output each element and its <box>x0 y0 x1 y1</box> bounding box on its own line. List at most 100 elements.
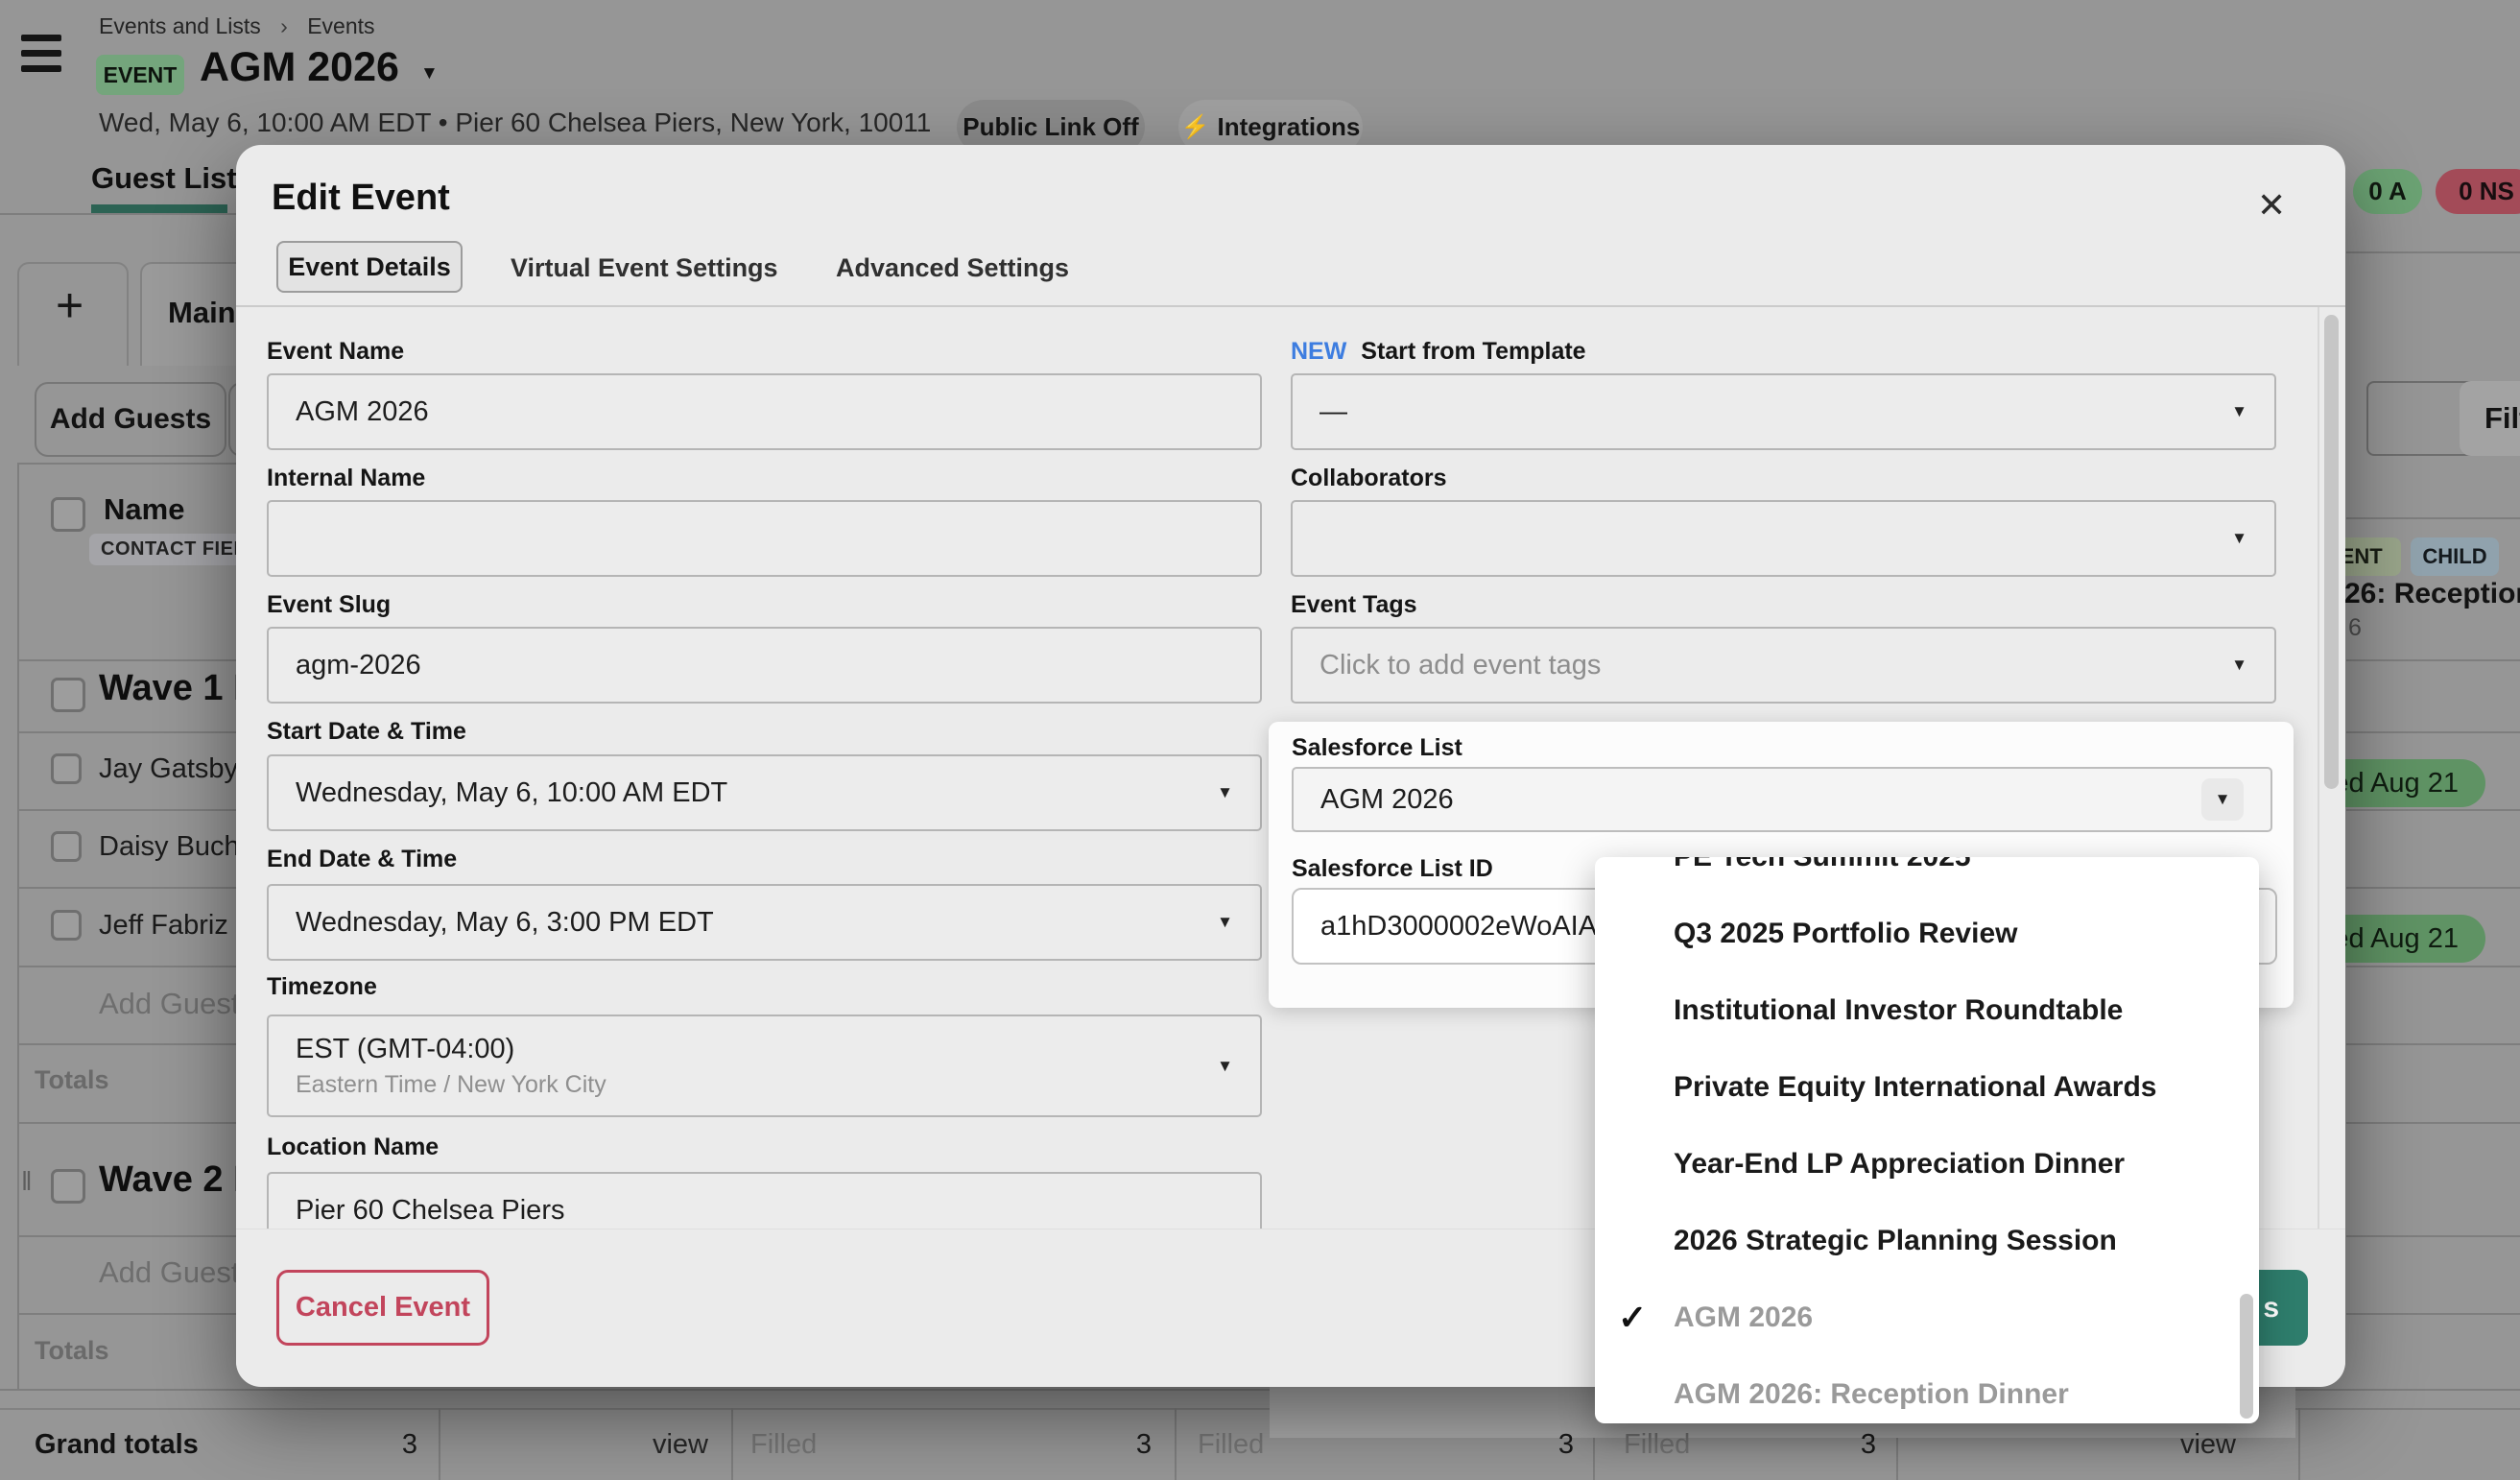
filled-count-1: 3 <box>998 1429 1152 1461</box>
close-icon[interactable]: ✕ <box>2257 185 2286 226</box>
filled-label-3: Filled <box>1624 1429 1690 1461</box>
filled-count-3: 3 <box>1723 1429 1876 1461</box>
event-name-value: AGM 2026 <box>296 396 429 428</box>
tab-guest-list-underline <box>91 204 227 213</box>
add-guests-button[interactable]: Add Guests <box>35 382 226 457</box>
dropdown-option-label: Private Equity International Awards <box>1674 1071 2156 1104</box>
start-datetime-label: Start Date & Time <box>267 718 466 746</box>
event-slug-label: Event Slug <box>267 591 391 619</box>
event-tags-input[interactable]: Click to add event tags ▼ <box>1291 627 2276 704</box>
event-name-input[interactable]: AGM 2026 <box>267 373 1262 450</box>
row-checkbox-3[interactable] <box>51 910 82 941</box>
dropdown-option[interactable]: Private Equity International Awards <box>1595 1049 2259 1126</box>
group-checkbox-wave1[interactable] <box>51 678 85 712</box>
table-row-guest-2[interactable]: Daisy Buch <box>99 831 240 863</box>
breadcrumb-events[interactable]: Events <box>307 13 374 38</box>
start-datetime-select[interactable]: Wednesday, May 6, 10:00 AM EDT ▼ <box>267 754 1262 831</box>
dropdown-option[interactable]: Year-End LP Appreciation Dinner <box>1595 1126 2259 1203</box>
column-header-name[interactable]: Name <box>104 492 184 527</box>
cancel-event-button[interactable]: Cancel Event <box>276 1270 489 1346</box>
totals-row-1: Totals <box>35 1065 109 1095</box>
dropdown-option[interactable]: 2026 Strategic Planning Session <box>1595 1203 2259 1279</box>
modal-content-edge <box>2318 307 2319 1229</box>
collaborators-select[interactable]: ▼ <box>1291 500 2276 577</box>
start-datetime-value: Wednesday, May 6, 10:00 AM EDT <box>296 777 727 809</box>
end-datetime-select[interactable]: Wednesday, May 6, 3:00 PM EDT ▼ <box>267 884 1262 961</box>
table-row-guest-3[interactable]: Jeff Fabriz <box>99 910 228 942</box>
salesforce-list-id-value: a1hD3000002eWoAIAU <box>1320 911 1617 943</box>
add-tab-button[interactable]: + <box>17 262 129 366</box>
collaborators-label: Collaborators <box>1291 465 1447 492</box>
plus-icon: + <box>56 277 83 333</box>
check-icon: ✓ <box>1618 1298 1647 1338</box>
dropdown-option-label: PE Tech Summit 2025 <box>1674 857 1971 873</box>
dropdown-option[interactable]: PE Tech Summit 2025 <box>1595 857 2259 895</box>
modal-scrollbar[interactable] <box>2324 315 2339 789</box>
breadcrumb: Events and Lists › Events <box>99 13 375 39</box>
salesforce-list-caret-button[interactable]: ▼ <box>2201 778 2244 821</box>
select-all-checkbox[interactable] <box>51 497 85 532</box>
table-row-guest-1[interactable]: Jay Gatsby <box>99 753 238 785</box>
group-checkbox-wave2[interactable] <box>51 1169 85 1204</box>
template-select[interactable]: — ▼ <box>1291 373 2276 450</box>
template-value: — <box>1319 396 1347 428</box>
location-name-label: Location Name <box>267 1134 439 1161</box>
modal-title: Edit Event <box>272 178 450 219</box>
totals-row-2: Totals <box>35 1336 109 1366</box>
view-link-2[interactable]: view <box>2102 1429 2236 1461</box>
title-caret-icon[interactable]: ▼ <box>420 63 439 84</box>
filled-label-2: Filled <box>1198 1429 1264 1461</box>
row-checkbox-2[interactable] <box>51 831 82 862</box>
chevron-down-icon: ▼ <box>1217 1057 1233 1076</box>
event-slug-input[interactable]: agm-2026 <box>267 627 1262 704</box>
tabstrip-border <box>0 213 236 215</box>
tab-event-details-label: Event Details <box>288 252 451 282</box>
child-event-name[interactable]: 26: Reception Di <box>2344 578 2520 610</box>
internal-name-input[interactable] <box>267 500 1262 577</box>
integrations-label: Integrations <box>1218 112 1361 142</box>
tab-event-details[interactable]: Event Details <box>276 241 463 293</box>
start-from-template-label: NEW Start from Template <box>1291 338 1586 366</box>
timezone-value: EST (GMT-04:00) <box>296 1034 606 1065</box>
drag-handle-icon[interactable]: ‖ <box>21 1166 33 1197</box>
lightning-icon: ⚡ <box>1181 113 1210 141</box>
tab-advanced-settings[interactable]: Advanced Settings <box>836 253 1069 283</box>
event-slug-value: agm-2026 <box>296 650 421 681</box>
dropdown-option-label: Year-End LP Appreciation Dinner <box>1674 1148 2125 1181</box>
timezone-label: Timezone <box>267 973 377 1001</box>
filled-count-2: 3 <box>1420 1429 1574 1461</box>
location-name-value: Pier 60 Chelsea Piers <box>296 1195 564 1227</box>
dropdown-scrollbar[interactable] <box>2240 1294 2253 1419</box>
dropdown-option[interactable]: Q3 2025 Portfolio Review <box>1595 895 2259 972</box>
cancel-event-label: Cancel Event <box>296 1292 470 1324</box>
child-event-sub: 6 <box>2348 614 2362 642</box>
child-badge: CHILD <box>2411 537 2499 576</box>
tab-guest-list[interactable]: Guest List <box>91 161 237 196</box>
tab-virtual-event-settings[interactable]: Virtual Event Settings <box>511 253 778 283</box>
chevron-down-icon: ▼ <box>1217 783 1233 802</box>
row-checkbox-1[interactable] <box>51 753 82 784</box>
dropdown-option[interactable]: AGM 2026: Reception Dinner <box>1595 1356 2259 1423</box>
view-link-1[interactable]: view <box>537 1429 708 1461</box>
filter-button-label: Filte <box>2484 401 2520 436</box>
save-button-label: s <box>2263 1292 2279 1325</box>
filter-button[interactable]: Filte <box>2460 381 2520 456</box>
grand-totals-label: Grand totals <box>35 1429 199 1461</box>
internal-name-label: Internal Name <box>267 465 425 492</box>
chevron-down-icon: ▼ <box>2231 529 2247 548</box>
timezone-select[interactable]: EST (GMT-04:00) Eastern Time / New York … <box>267 1015 1262 1117</box>
dropdown-option-selected[interactable]: ✓ AGM 2026 <box>1595 1279 2259 1356</box>
event-subtitle: Wed, May 6, 10:00 AM EDT • Pier 60 Chels… <box>99 107 931 138</box>
salesforce-list-dropdown: PE Tech Summit 2025 Q3 2025 Portfolio Re… <box>1595 857 2259 1423</box>
event-name-label: Event Name <box>267 338 404 366</box>
end-datetime-label: End Date & Time <box>267 846 457 873</box>
event-tags-placeholder: Click to add event tags <box>1319 650 1601 681</box>
salesforce-list-select[interactable]: AGM 2026 ▼ <box>1292 767 2272 832</box>
breadcrumb-events-and-lists[interactable]: Events and Lists <box>99 13 261 38</box>
add-guest-row-2[interactable]: Add Guest <box>99 1255 239 1290</box>
table-left-border <box>17 463 19 1389</box>
salesforce-list-id-label: Salesforce List ID <box>1292 855 1493 883</box>
add-guest-row-1[interactable]: Add Guest <box>99 987 239 1021</box>
menu-icon[interactable] <box>21 35 63 81</box>
dropdown-option[interactable]: Institutional Investor Roundtable <box>1595 972 2259 1049</box>
